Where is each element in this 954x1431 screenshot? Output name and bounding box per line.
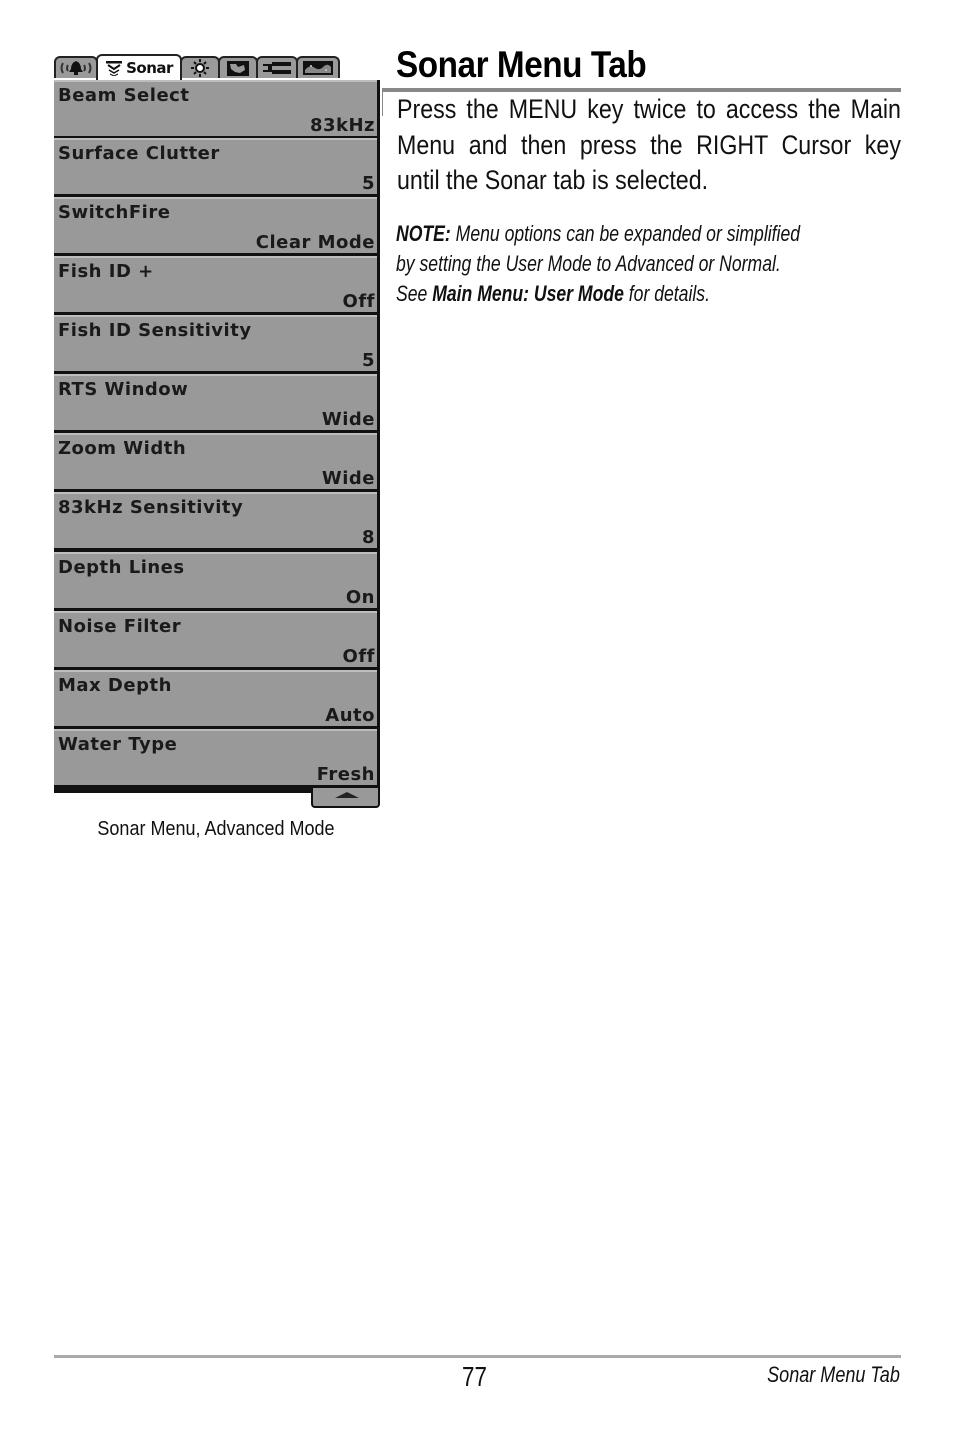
menu-item-label: RTS Window (58, 379, 189, 400)
page-number: 77 (462, 1361, 487, 1392)
sonar-icon (106, 61, 123, 76)
menu-item-depth-lines[interactable]: Depth Lines On (54, 552, 377, 608)
menu-item-value: Wide (321, 409, 375, 430)
note-line: NOTE: Menu options can be expanded or si… (396, 219, 812, 249)
setup-wrench-icon (263, 62, 291, 74)
tab-sonar[interactable]: Sonar (96, 54, 182, 80)
views-icon (303, 61, 333, 75)
sonar-menu-list: Beam Select 83kHz Surface Clutter 5 Swit… (54, 80, 380, 793)
display-brightness-icon (191, 59, 209, 77)
note-text: Menu options can be expanded or simplifi… (450, 221, 801, 246)
intro-line: Press the MENU key twice to access the M… (397, 94, 901, 124)
menu-item-value: Fresh (316, 764, 375, 785)
menu-item-beam-select[interactable]: Beam Select 83kHz (54, 80, 377, 136)
menu-item-label: Noise Filter (58, 616, 182, 637)
figure-caption: Sonar Menu, Advanced Mode (97, 818, 335, 840)
alarm-bell-icon (60, 61, 92, 75)
title-divider-tick (382, 88, 383, 116)
note-label: NOTE: (396, 221, 451, 246)
menu-item-fish-id-sensitivity[interactable]: Fish ID Sensitivity 5 (54, 315, 377, 371)
menu-item-noise-filter[interactable]: Noise Filter Off (54, 611, 377, 667)
scroll-up-button[interactable] (311, 788, 380, 808)
menu-tab-bar: Sonar (54, 54, 344, 80)
note-text: See (396, 281, 433, 306)
menu-item-label: Beam Select (58, 85, 190, 106)
menu-item-value: Off (342, 646, 375, 667)
menu-item-value: Off (342, 291, 375, 312)
menu-item-rts-window[interactable]: RTS Window Wide (54, 374, 377, 430)
menu-item-zoom-width[interactable]: Zoom Width Wide (54, 433, 377, 489)
menu-item-value: 5 (361, 173, 375, 194)
menu-item-fish-id-plus[interactable]: Fish ID + Off (54, 256, 377, 312)
note-block: NOTE: Menu options can be expanded or si… (396, 219, 916, 309)
scroll-up-arrow-icon (335, 792, 359, 798)
intro-paragraph: Press the MENU key twice to access the M… (397, 92, 901, 199)
tab-alarms[interactable] (54, 56, 98, 78)
section-title: Sonar Menu Tab (396, 44, 647, 85)
note-line: See Main Menu: User Mode for details. (396, 279, 812, 309)
menu-item-surface-clutter[interactable]: Surface Clutter 5 (54, 138, 377, 194)
menu-item-value: Wide (321, 468, 375, 489)
intro-line: until the Sonar tab is selected. (397, 165, 709, 195)
tab-display[interactable] (180, 56, 220, 78)
menu-item-value: 83kHz (309, 115, 375, 136)
menu-item-label: Surface Clutter (58, 143, 220, 164)
menu-item-label: Zoom Width (58, 438, 187, 459)
cross-reference-link[interactable]: Main Menu: User Mode (432, 281, 624, 306)
tab-views[interactable] (296, 56, 340, 78)
footer-divider (54, 1355, 901, 1358)
menu-item-label: Fish ID + (58, 261, 154, 282)
menu-item-max-depth[interactable]: Max Depth Auto (54, 670, 377, 726)
note-line: by setting the User Mode to Advanced or … (396, 251, 781, 276)
tab-navigation[interactable] (218, 56, 258, 78)
menu-item-value: 5 (361, 350, 375, 371)
menu-item-value: Clear Mode (255, 232, 375, 253)
running-footer-title: Sonar Menu Tab (767, 1362, 900, 1387)
menu-item-water-type[interactable]: Water Type Fresh (54, 729, 377, 785)
tab-sonar-label: Sonar (126, 59, 173, 77)
menu-item-value: 8 (361, 527, 375, 548)
navigation-map-icon (227, 60, 249, 76)
sonar-menu-screenshot: Sonar Beam Select 83kHz Surface Clutter … (54, 54, 382, 810)
menu-item-switchfire[interactable]: SwitchFire Clear Mode (54, 197, 377, 253)
menu-item-label: Max Depth (58, 675, 172, 696)
menu-item-83khz-sensitivity[interactable]: 83kHz Sensitivity 8 (54, 492, 377, 548)
note-text: for details. (623, 281, 710, 306)
intro-line: Menu and then press the RIGHT Cursor key (397, 129, 901, 160)
menu-item-value: On (345, 587, 375, 608)
menu-item-label: Water Type (58, 734, 178, 755)
tab-setup[interactable] (256, 56, 298, 78)
menu-item-label: Fish ID Sensitivity (58, 320, 252, 341)
menu-item-value: Auto (325, 705, 375, 726)
menu-item-label: Depth Lines (58, 557, 185, 578)
menu-item-label: SwitchFire (58, 202, 171, 223)
menu-item-label: 83kHz Sensitivity (58, 497, 244, 518)
